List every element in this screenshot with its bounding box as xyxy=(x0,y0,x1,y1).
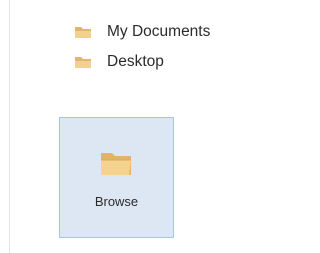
pane-divider xyxy=(9,0,10,253)
save-location-panel: My Documents Desktop Browse xyxy=(0,0,242,253)
folder-item-desktop[interactable]: Desktop xyxy=(73,48,242,76)
folder-item-my-documents[interactable]: My Documents xyxy=(73,18,242,46)
folder-icon xyxy=(75,27,91,38)
folder-label: My Documents xyxy=(107,23,211,40)
browse-label: Browse xyxy=(94,194,139,209)
open-folder-icon xyxy=(101,153,131,175)
folder-label: Desktop xyxy=(107,53,164,70)
browse-button[interactable]: Browse xyxy=(59,117,174,238)
recent-folders-list: My Documents Desktop xyxy=(73,18,242,76)
folder-icon xyxy=(75,57,91,68)
